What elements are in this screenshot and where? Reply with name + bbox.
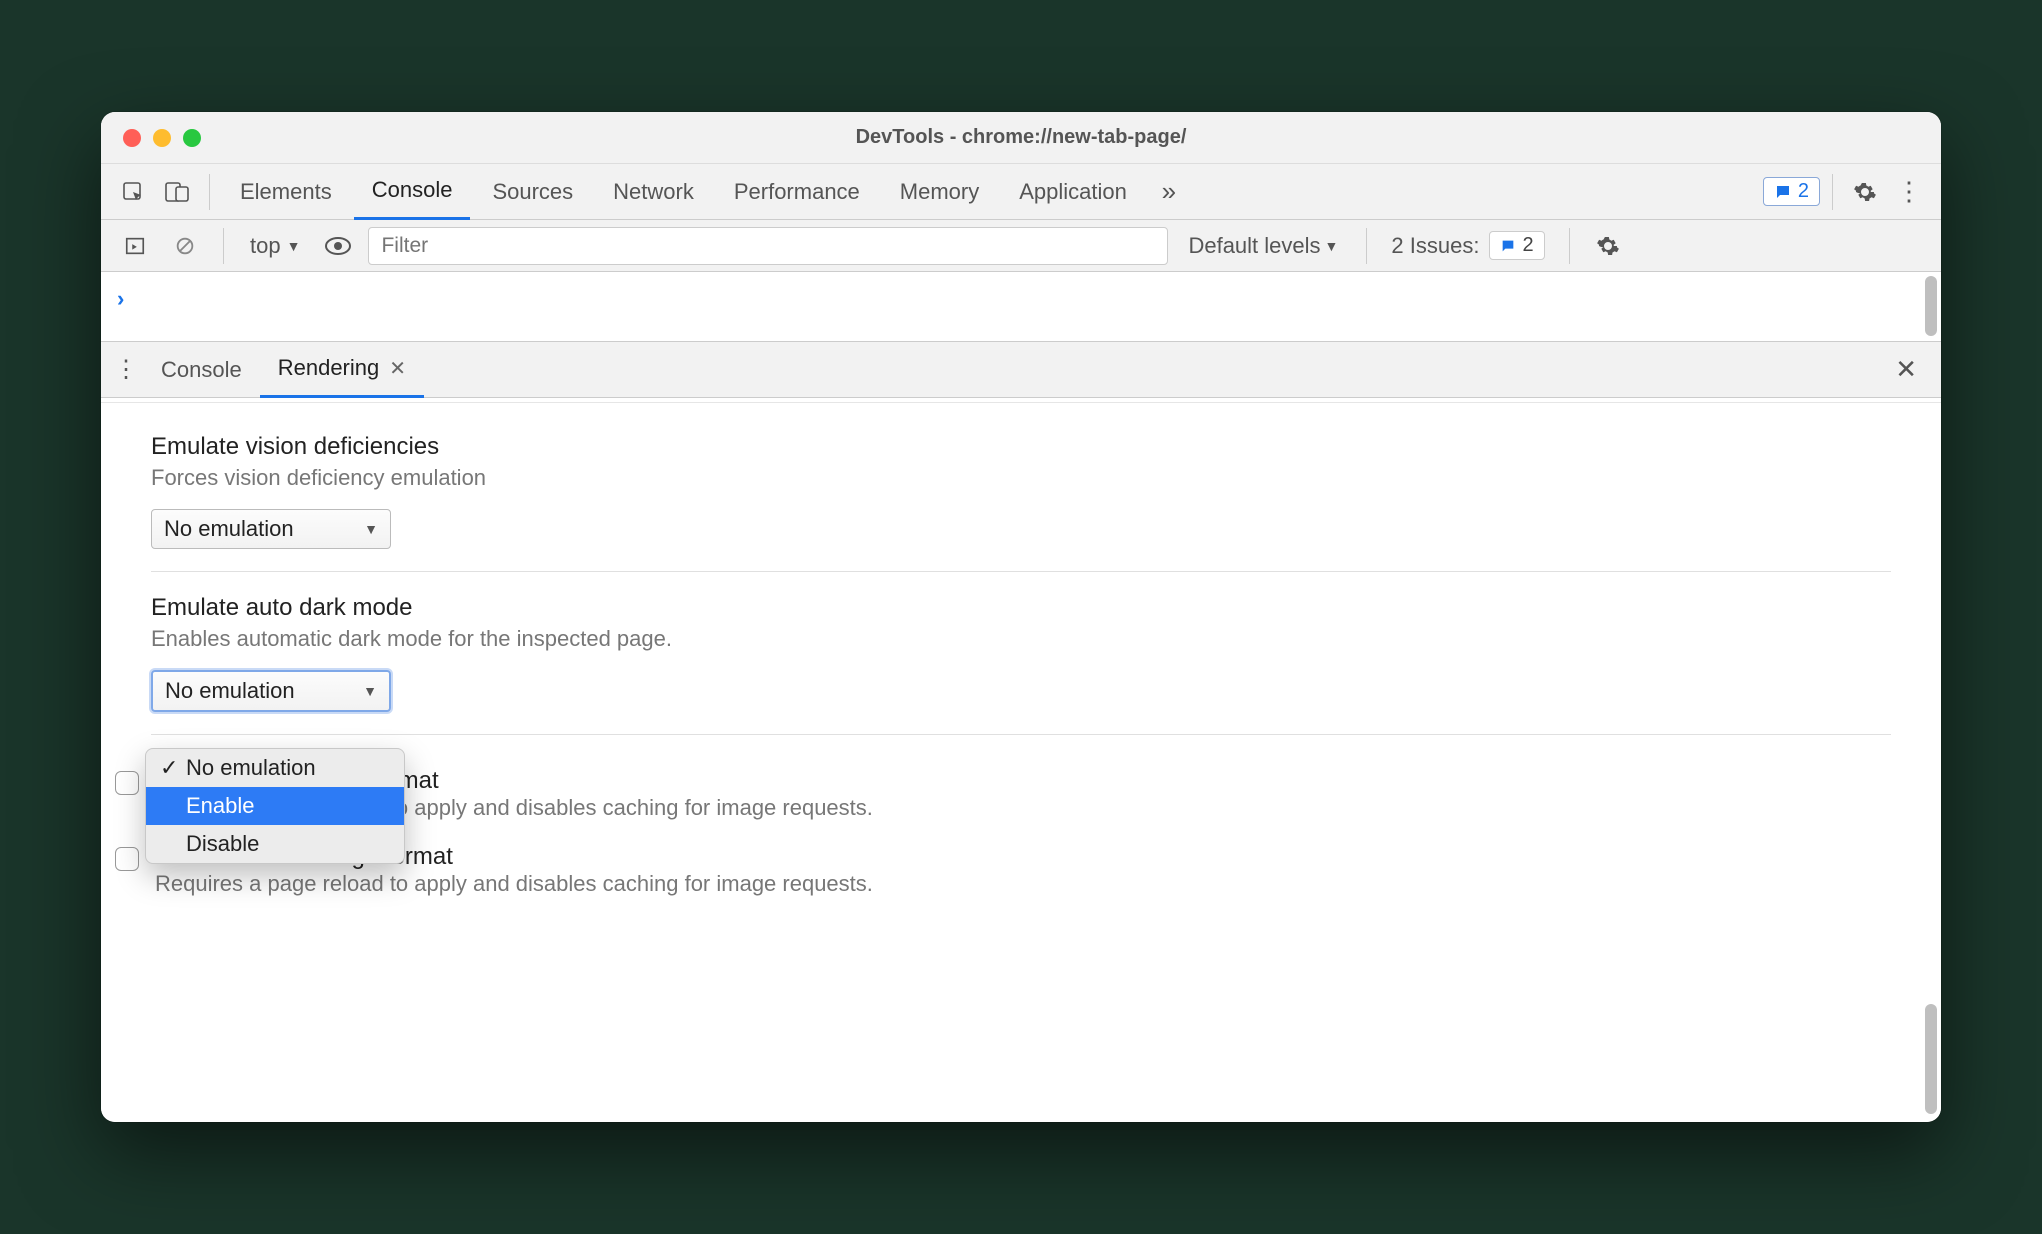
issues-link[interactable]: 2 Issues: 2: [1385, 231, 1550, 260]
tab-console[interactable]: Console: [354, 164, 471, 220]
section-vision-deficiencies: Emulate vision deficiencies Forces visio…: [151, 411, 1891, 572]
titlebar: DevTools - chrome://new-tab-page/: [101, 112, 1941, 164]
separator: [1569, 228, 1570, 264]
drawer-menu-icon[interactable]: ⋮: [109, 355, 143, 384]
drawer-tabstrip: ⋮ Console Rendering ✕ ✕: [101, 342, 1941, 398]
separator: [1366, 228, 1367, 264]
errors-badge[interactable]: 2: [1763, 177, 1820, 206]
main-tabstrip: Elements Console Sources Network Perform…: [101, 164, 1941, 220]
chevron-down-icon: ▼: [1325, 238, 1339, 254]
device-toolbar-icon[interactable]: [157, 172, 197, 212]
log-levels-selector[interactable]: Default levels ▼: [1178, 233, 1348, 259]
drawer-tab-console[interactable]: Console: [143, 342, 260, 398]
tab-memory[interactable]: Memory: [882, 164, 997, 220]
zoom-window-button[interactable]: [183, 129, 201, 147]
console-sidebar-toggle-icon[interactable]: [115, 226, 155, 266]
console-output[interactable]: ›: [101, 272, 1941, 342]
inspect-element-icon[interactable]: [113, 172, 153, 212]
section-desc: Enables automatic dark mode for the insp…: [151, 626, 1891, 652]
close-window-button[interactable]: [123, 129, 141, 147]
errors-count: 2: [1798, 180, 1809, 203]
tab-elements[interactable]: Elements: [222, 164, 350, 220]
scrollbar-thumb[interactable]: [1925, 276, 1937, 336]
chevron-down-icon: ▼: [363, 683, 377, 699]
close-tab-icon[interactable]: ✕: [389, 356, 406, 381]
section-auto-dark-mode: Emulate auto dark mode Enables automatic…: [151, 572, 1891, 735]
window-title: DevTools - chrome://new-tab-page/: [101, 126, 1941, 149]
section-image-formats: Disable AVIF image format Requires a pag…: [151, 735, 1891, 927]
chevron-down-icon: ▼: [287, 238, 301, 254]
minimize-window-button[interactable]: [153, 129, 171, 147]
chevron-down-icon: ▼: [364, 521, 378, 537]
scrollbar-thumb[interactable]: [1925, 1004, 1937, 1114]
dropdown-option-enable[interactable]: Enable: [146, 787, 404, 825]
vision-emulation-select[interactable]: No emulation ▼: [151, 509, 391, 549]
settings-icon[interactable]: [1845, 180, 1885, 204]
separator: [209, 174, 210, 210]
clear-console-icon[interactable]: [165, 226, 205, 266]
section-title: Emulate vision deficiencies: [151, 433, 1891, 461]
console-toolbar: top ▼ Default levels ▼ 2 Issues: 2: [101, 220, 1941, 272]
context-selector[interactable]: top ▼: [242, 233, 308, 259]
console-prompt-icon: ›: [117, 286, 124, 312]
close-drawer-icon[interactable]: ✕: [1895, 354, 1933, 385]
more-menu-icon[interactable]: ⋮: [1889, 176, 1929, 207]
dark-mode-dropdown: No emulation Enable Disable: [145, 748, 405, 864]
section-title: Emulate auto dark mode: [151, 594, 1891, 622]
traffic-lights: [101, 129, 201, 147]
dropdown-option-disable[interactable]: Disable: [146, 825, 404, 863]
dropdown-option-no-emulation[interactable]: No emulation: [146, 749, 404, 787]
separator: [223, 228, 224, 264]
separator: [1832, 174, 1833, 210]
filter-input[interactable]: [368, 227, 1168, 265]
tab-network[interactable]: Network: [595, 164, 712, 220]
disable-webp-checkbox[interactable]: [115, 847, 139, 871]
drawer-tab-rendering[interactable]: Rendering ✕: [260, 342, 424, 398]
more-tabs-icon[interactable]: »: [1149, 172, 1189, 212]
disable-avif-checkbox[interactable]: [115, 771, 139, 795]
checkbox-desc: Requires a page reload to apply and disa…: [155, 871, 873, 897]
tab-performance[interactable]: Performance: [716, 164, 878, 220]
tab-sources[interactable]: Sources: [474, 164, 591, 220]
section-desc: Forces vision deficiency emulation: [151, 465, 1891, 491]
live-expression-icon[interactable]: [318, 226, 358, 266]
devtools-window: DevTools - chrome://new-tab-page/ Elemen…: [101, 112, 1941, 1122]
console-settings-icon[interactable]: [1588, 234, 1628, 258]
dark-mode-select[interactable]: No emulation ▼: [151, 670, 391, 712]
rendering-panel: Emulate vision deficiencies Forces visio…: [101, 398, 1941, 1122]
tab-application[interactable]: Application: [1001, 164, 1145, 220]
